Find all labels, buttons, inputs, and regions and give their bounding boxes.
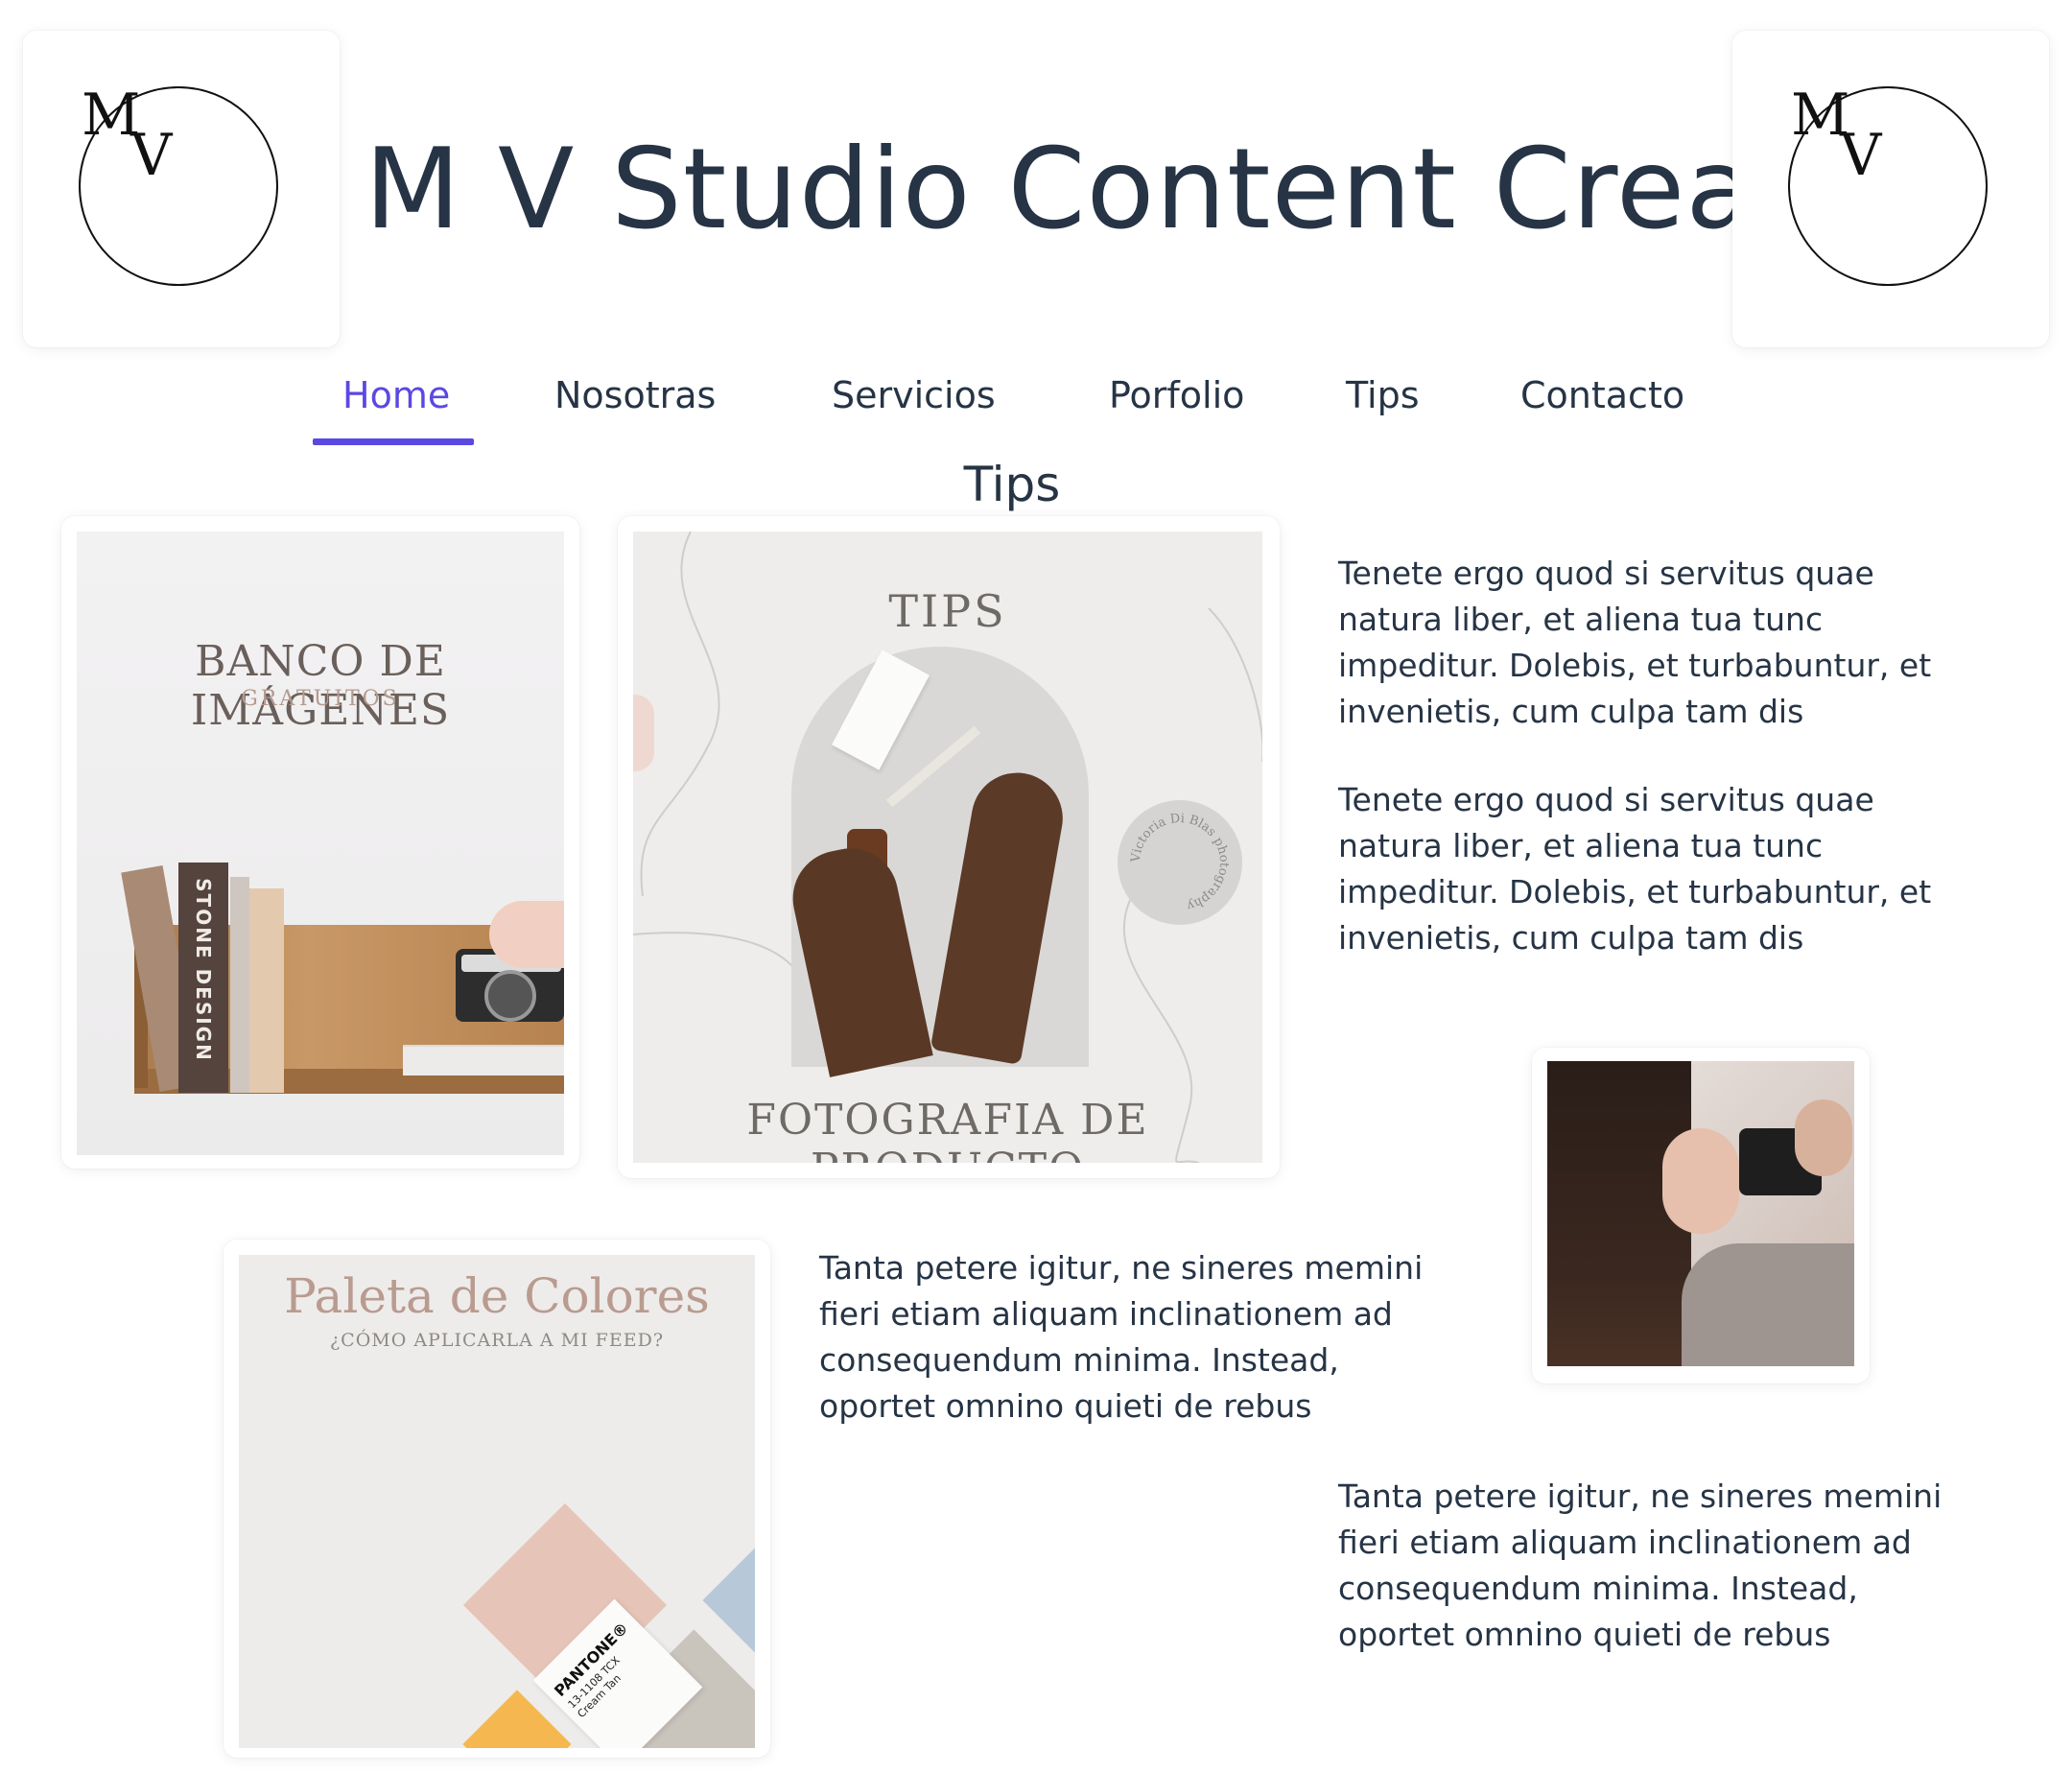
hand	[489, 901, 564, 968]
logo-card-left[interactable]: M V	[23, 31, 340, 347]
sweater	[1682, 1243, 1854, 1366]
svg-text:Victoria Di Blas photography: Victoria Di Blas photography	[1129, 812, 1231, 913]
tip-paragraph-2: Tenete ergo quod si servitus quae natura…	[1338, 781, 1932, 957]
producto-caption: FOTOGRAFIA DE PRODUCTO	[746, 1096, 1149, 1163]
logo-card-right[interactable]: M V	[1732, 31, 2049, 347]
photography-stamp: Victoria Di Blas photography	[1118, 800, 1242, 925]
banco-subtitle: GRATUITOS	[241, 687, 400, 711]
nav-servicios[interactable]: Servicios	[832, 374, 996, 416]
nav-home[interactable]: Home	[342, 374, 450, 416]
camera-lens	[484, 970, 536, 1022]
paleta-colores-image: Paleta de Colores ¿CÓMO APLICARLA A MI F…	[239, 1255, 755, 1748]
face	[1662, 1128, 1739, 1234]
paleta-title: Paleta de Colores	[284, 1268, 710, 1324]
photographer-image	[1547, 1061, 1854, 1366]
banco-imagenes-image: BANCO DE IMÁGENES GRATUITOS STONE DESIGN	[77, 532, 564, 1155]
paleta-subtitle: ¿CÓMO APLICARLA A MI FEED?	[329, 1330, 665, 1351]
book-spine-text: STONE DESIGN	[192, 878, 215, 1062]
tip-paragraph-1: Tenete ergo quod si servitus quae natura…	[1338, 555, 1932, 730]
logo-letter-v: V	[1840, 122, 1882, 189]
hand	[1795, 1099, 1852, 1176]
tips-label: TIPS	[888, 585, 1007, 637]
nav-nosotras[interactable]: Nosotras	[554, 374, 716, 416]
tip-paragraph-4: Tanta petere igitur, ne sineres memini f…	[1338, 1478, 1942, 1653]
nav-contacto[interactable]: Contacto	[1520, 374, 1684, 416]
book	[230, 877, 249, 1093]
marble-block	[403, 1045, 564, 1076]
section-title: Tips	[963, 457, 1061, 512]
tip-paragraph-3: Tanta petere igitur, ne sineres memini f…	[819, 1249, 1424, 1425]
book	[249, 888, 284, 1093]
card-photographer[interactable]	[1532, 1048, 1870, 1383]
book: STONE DESIGN	[178, 863, 228, 1093]
card-fotografia-producto[interactable]: TIPS Victoria Di Blas photography FOTOGR…	[618, 516, 1280, 1178]
stamp-text: Victoria Di Blas photography	[1129, 812, 1231, 913]
fotografia-producto-image: TIPS Victoria Di Blas photography FOTOGR…	[633, 532, 1262, 1163]
card-paleta-colores[interactable]: Paleta de Colores ¿CÓMO APLICARLA A MI F…	[224, 1240, 770, 1758]
stamp-text-ring: Victoria Di Blas photography	[1129, 812, 1231, 913]
site-title: M V Studio Content Creator	[365, 125, 1916, 254]
card-banco-imagenes[interactable]: BANCO DE IMÁGENES GRATUITOS STONE DESIGN	[61, 516, 579, 1169]
banco-title: BANCO DE IMÁGENES	[190, 637, 451, 735]
nav-tips[interactable]: Tips	[1346, 374, 1420, 416]
nav-porfolio[interactable]: Porfolio	[1109, 374, 1244, 416]
swatch-blue	[702, 1546, 755, 1655]
nav-active-indicator	[313, 438, 474, 445]
decor-blob	[633, 695, 654, 771]
logo-letter-v: V	[130, 122, 173, 189]
